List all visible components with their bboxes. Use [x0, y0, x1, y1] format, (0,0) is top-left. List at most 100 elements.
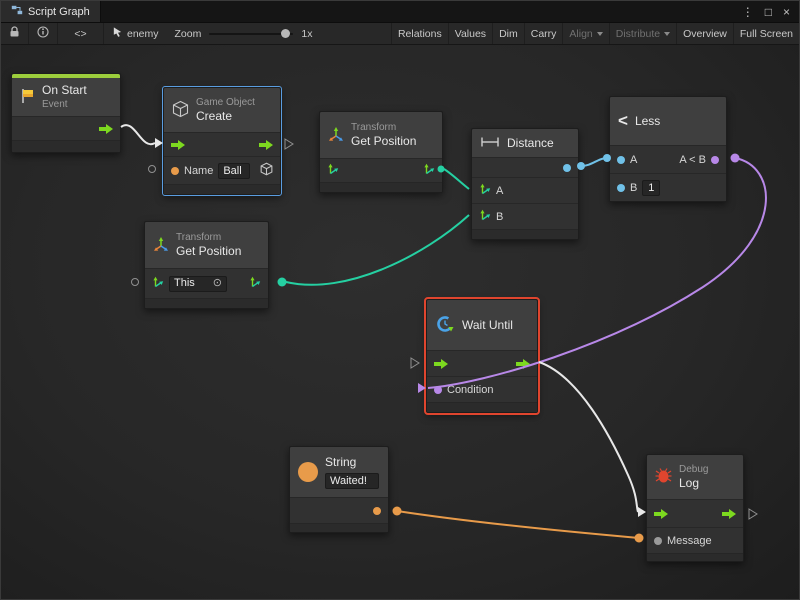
a-input-port[interactable]	[617, 156, 625, 164]
node-title: Create	[196, 109, 255, 125]
distribute-dropdown[interactable]: Distribute	[609, 23, 676, 44]
message-input-port[interactable]	[654, 537, 662, 545]
flow-output-port[interactable]	[722, 509, 736, 519]
unconnected-flow-output-hint	[285, 139, 293, 149]
name-input-port[interactable]	[171, 167, 179, 175]
node-header: < Less	[610, 97, 726, 145]
node-footer	[145, 298, 268, 308]
close-icon[interactable]: ×	[783, 6, 790, 18]
wire-endpoint	[278, 278, 287, 287]
flow-port-row	[427, 350, 537, 376]
node-on-start-event[interactable]: On Start Event	[11, 73, 121, 153]
node-debug-log[interactable]: Debug Log Message	[646, 454, 744, 562]
node-footer	[320, 182, 442, 192]
node-get-position-bottom[interactable]: Transform Get Position This ⊙	[144, 221, 269, 309]
zoom-label: Zoom	[175, 28, 202, 40]
node-category: Game Object	[196, 96, 255, 109]
node-distance[interactable]: Distance A B	[471, 128, 579, 240]
unconnected-flow-output-hint	[749, 509, 757, 519]
flow-input-port[interactable]	[171, 140, 185, 150]
transform-input-port[interactable]	[327, 163, 339, 178]
node-header: Debug Log	[647, 455, 743, 499]
wire-vector-getpos1-distanceA	[444, 169, 469, 189]
object-picker-icon[interactable]: ⊙	[213, 278, 222, 289]
flow-output-port[interactable]	[99, 124, 113, 134]
transform-input-port[interactable]	[152, 276, 164, 291]
wire-endpoint	[635, 534, 644, 543]
graph-canvas[interactable]: On Start Event Game Object Create	[1, 45, 799, 599]
pointer-icon	[112, 26, 123, 41]
dim-button[interactable]: Dim	[492, 23, 524, 44]
node-title: Log	[679, 476, 708, 492]
wait-clock-icon	[435, 314, 455, 337]
values-button[interactable]: Values	[448, 23, 492, 44]
node-category: Transform	[176, 231, 241, 244]
code-icon: <>	[74, 28, 86, 40]
b-field[interactable]: 1	[642, 180, 660, 196]
wire-arrowhead	[155, 138, 163, 148]
node-category: Debug	[679, 463, 708, 476]
node-create-gameobject[interactable]: Game Object Create Name Ball	[163, 87, 281, 195]
node-wait-until[interactable]: Wait Until Condition	[426, 299, 538, 413]
flow-port-row	[164, 132, 280, 156]
wire-vector-getpos2-distanceB	[286, 215, 469, 285]
result-label: A < B	[679, 154, 706, 166]
b-input-port[interactable]	[617, 184, 625, 192]
lock-button[interactable]	[1, 23, 29, 44]
node-header: Transform Get Position	[145, 222, 268, 268]
zoom-value: 1x	[301, 28, 312, 40]
node-string-literal[interactable]: String Waited!	[289, 446, 389, 533]
graph-target[interactable]: enemy	[104, 23, 167, 44]
node-title: Get Position	[176, 244, 241, 260]
menu-icon[interactable]: ⋮	[742, 6, 754, 18]
node-category: Transform	[351, 121, 416, 134]
zoom-slider-knob[interactable]	[281, 29, 290, 38]
info-button[interactable]	[29, 23, 58, 44]
tab-title: Script Graph	[28, 6, 90, 18]
target-value: This	[174, 276, 195, 291]
align-dropdown[interactable]: Align	[562, 23, 608, 44]
flow-input-port[interactable]	[434, 359, 448, 369]
info-icon	[37, 26, 49, 41]
overview-button[interactable]: Overview	[676, 23, 733, 44]
gameobject-output-port[interactable]	[260, 162, 273, 179]
code-view-button[interactable]: <>	[58, 23, 104, 44]
position-output-port[interactable]	[249, 276, 261, 291]
position-output-port[interactable]	[423, 163, 435, 178]
flow-output-port[interactable]	[516, 359, 530, 369]
string-field[interactable]: Waited!	[325, 473, 379, 489]
condition-input-port[interactable]	[434, 386, 442, 394]
result-port-row	[472, 157, 578, 177]
target-field[interactable]: This ⊙	[169, 276, 227, 292]
name-port-row: Name Ball	[164, 156, 280, 184]
flow-input-port[interactable]	[654, 509, 668, 519]
script-graph-window: Script Graph ⋮ □ × <> enemy	[0, 0, 800, 600]
node-header: String Waited!	[290, 447, 388, 497]
vector-icon	[479, 209, 491, 224]
relations-button[interactable]: Relations	[391, 23, 448, 44]
distance-output-port[interactable]	[563, 164, 571, 172]
string-output-port[interactable]	[373, 507, 381, 515]
node-title: Distance	[507, 136, 554, 150]
wire-flow-onstart-create	[121, 125, 155, 144]
result-output-port[interactable]	[711, 156, 719, 164]
node-less[interactable]: < Less A A < B B 1	[609, 96, 727, 202]
graph-toolbar: <> enemy Zoom 1x Relations Values Dim Ca…	[1, 23, 799, 45]
node-title: Wait Until	[462, 318, 513, 332]
condition-port-row: Condition	[427, 376, 537, 402]
fullscreen-button[interactable]: Full Screen	[733, 23, 799, 44]
tab-script-graph[interactable]: Script Graph	[1, 1, 101, 22]
node-get-position-top[interactable]: Transform Get Position	[319, 111, 443, 193]
maximize-icon[interactable]: □	[765, 6, 772, 18]
unconnected-value-input-hint	[149, 166, 156, 173]
zoom-slider[interactable]	[209, 33, 293, 35]
name-field[interactable]: Ball	[218, 163, 250, 179]
dropdown-caret-icon	[664, 32, 670, 36]
window-controls: ⋮ □ ×	[742, 6, 799, 18]
node-title: On Start	[42, 83, 87, 99]
unconnected-flow-input-hint	[411, 358, 419, 368]
carry-button[interactable]: Carry	[524, 23, 563, 44]
flow-output-port[interactable]	[259, 140, 273, 150]
string-icon	[298, 462, 318, 482]
unconnected-value-input-hint	[132, 279, 139, 286]
